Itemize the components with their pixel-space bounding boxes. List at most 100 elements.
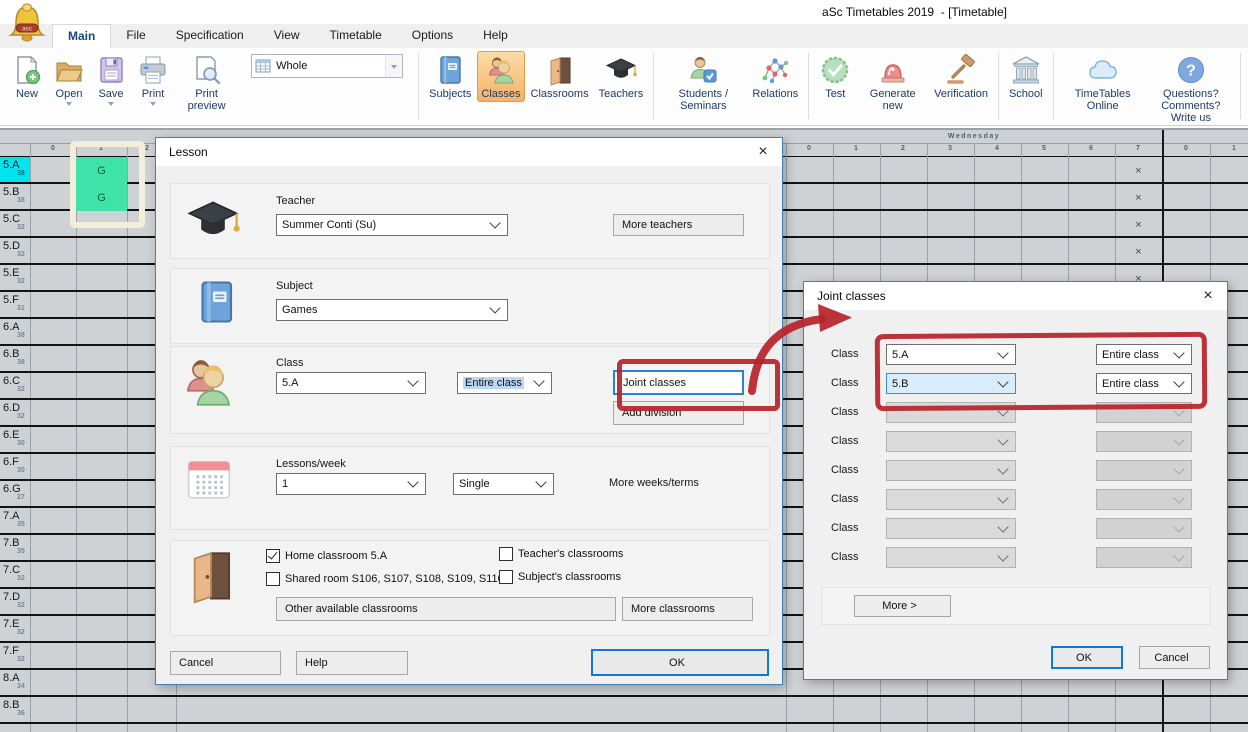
- joint-class-select-5[interactable]: [886, 460, 1016, 481]
- timetables-online-button[interactable]: TimeTables Online: [1060, 51, 1146, 114]
- students-seminars-button[interactable]: Students / Seminars: [660, 51, 746, 114]
- class-row-header[interactable]: 6.G27: [0, 481, 30, 506]
- cancel-button[interactable]: Cancel: [170, 651, 281, 675]
- close-icon[interactable]: ×: [745, 139, 781, 166]
- class-row-header[interactable]: 5.D32: [0, 238, 30, 263]
- class-row-header[interactable]: 6.E30: [0, 427, 30, 452]
- class-row-header[interactable]: 6.A38: [0, 319, 30, 344]
- other-classrooms-button[interactable]: Other available classrooms: [276, 597, 616, 621]
- blocked-period-mark: ×: [1115, 238, 1162, 265]
- chevron-down-icon: [407, 476, 418, 487]
- joint-scope-select-6[interactable]: [1096, 489, 1192, 510]
- subjects-button[interactable]: Subjects: [425, 51, 475, 102]
- joint-scope-select-8[interactable]: [1096, 547, 1192, 568]
- lesson-dialog-title[interactable]: Lesson: [156, 138, 782, 166]
- class-label: Class: [276, 357, 304, 369]
- timetable-row-8-b[interactable]: 8.B36: [0, 697, 1248, 724]
- class-row-header[interactable]: 6.D32: [0, 400, 30, 425]
- more-button[interactable]: More >: [854, 595, 951, 617]
- class-row-header[interactable]: 7.B35: [0, 535, 30, 560]
- asc-bell-logo-icon[interactable]: asc: [5, 1, 49, 49]
- period-number: 4: [986, 145, 1008, 152]
- class-row-header[interactable]: 8.B36: [0, 697, 30, 722]
- tab-view[interactable]: View: [259, 24, 315, 48]
- save-button[interactable]: Save: [91, 51, 131, 108]
- class-select[interactable]: 5.A: [276, 372, 426, 394]
- tab-main[interactable]: Main: [52, 24, 111, 48]
- joint-scope-select-5[interactable]: [1096, 460, 1192, 481]
- joint-row-label: Class: [831, 551, 859, 563]
- teachers-button[interactable]: Teachers: [595, 51, 648, 102]
- close-icon[interactable]: ×: [1190, 283, 1226, 310]
- home-classroom-checkbox[interactable]: Home classroom 5.A: [266, 549, 387, 563]
- people-icon: [180, 354, 236, 410]
- class-row-header[interactable]: 5.C32: [0, 211, 30, 236]
- class-row-header[interactable]: 6.C32: [0, 373, 30, 398]
- joint-class-select-8[interactable]: [886, 547, 1016, 568]
- tab-options[interactable]: Options: [397, 24, 468, 48]
- tool-label: Teachers: [599, 88, 644, 100]
- class-row-header[interactable]: 6.B38: [0, 346, 30, 371]
- joint-scope-select-4[interactable]: [1096, 431, 1192, 452]
- joint-class-select-7[interactable]: [886, 518, 1016, 539]
- teacher-select[interactable]: Summer Conti (Su): [276, 214, 508, 236]
- class-row-header[interactable]: 7.C32: [0, 562, 30, 587]
- open-button[interactable]: Open: [49, 51, 89, 108]
- class-row-header[interactable]: 7.E32: [0, 616, 30, 641]
- class-row-header[interactable]: 8.A34: [0, 670, 30, 695]
- grad-cap-icon: [605, 54, 637, 86]
- questions-comments-write-us-button[interactable]: Questions? Comments? Write us: [1148, 51, 1234, 126]
- dropdown-arrow-icon[interactable]: [66, 102, 72, 106]
- tab-specification[interactable]: Specification: [161, 24, 259, 48]
- duration-select[interactable]: Single: [453, 473, 554, 495]
- class-row-header[interactable]: 6.F30: [0, 454, 30, 479]
- more-weeks-terms[interactable]: More weeks/terms: [609, 477, 699, 489]
- classes-button[interactable]: Classes: [477, 51, 524, 102]
- class-scope-select[interactable]: Entire class: [457, 372, 552, 394]
- more-classrooms-button[interactable]: More classrooms: [622, 597, 753, 621]
- shared-room-checkbox[interactable]: Shared room S106, S107, S108, S109, S110: [266, 572, 504, 586]
- test-button[interactable]: Test: [815, 51, 855, 102]
- tab-file[interactable]: File: [111, 24, 160, 48]
- classrooms-button[interactable]: Classrooms: [527, 51, 593, 102]
- joint-class-select-6[interactable]: [886, 489, 1016, 510]
- teachers-classrooms-checkbox[interactable]: Teacher's classrooms: [499, 547, 623, 561]
- tool-label: Questions? Comments? Write us: [1152, 88, 1230, 124]
- tab-help[interactable]: Help: [468, 24, 523, 48]
- class-row-header[interactable]: 5.B38: [0, 184, 30, 209]
- generate-new-button[interactable]: Generate new: [857, 51, 928, 114]
- lessons-week-select[interactable]: 1: [276, 473, 426, 495]
- window-title: aSc Timetables 2019 - [Timetable]: [822, 5, 1007, 19]
- tool-label: Print preview: [179, 88, 234, 112]
- subject-select[interactable]: Games: [276, 299, 508, 321]
- joint-class-select-4[interactable]: [886, 431, 1016, 452]
- view-selector[interactable]: Whole: [251, 54, 403, 78]
- new-button[interactable]: New: [7, 51, 47, 102]
- subjects-classrooms-checkbox[interactable]: Subject's classrooms: [499, 570, 621, 584]
- class-row-header[interactable]: 7.D32: [0, 589, 30, 614]
- verification-button[interactable]: Verification: [930, 51, 992, 102]
- class-row-header[interactable]: 7.F32: [0, 643, 30, 668]
- class-row-header[interactable]: 7.A35: [0, 508, 30, 533]
- tab-timetable[interactable]: Timetable: [315, 24, 397, 48]
- chevron-down-icon: [997, 434, 1008, 445]
- print-preview-button[interactable]: Print preview: [175, 51, 238, 114]
- dropdown-arrow-icon[interactable]: [108, 102, 114, 106]
- joint-cancel-button[interactable]: Cancel: [1139, 646, 1210, 669]
- class-row-header[interactable]: 5.F31: [0, 292, 30, 317]
- ok-button[interactable]: OK: [591, 649, 769, 676]
- relations-button[interactable]: Relations: [748, 51, 802, 102]
- more-teachers-button[interactable]: More teachers: [613, 214, 744, 236]
- help-button[interactable]: Help: [296, 651, 408, 675]
- class-row-header[interactable]: 5.A38: [0, 157, 30, 182]
- joint-scope-select-7[interactable]: [1096, 518, 1192, 539]
- checkbox-box: [499, 570, 513, 584]
- class-lesson-count: 38: [17, 170, 25, 177]
- school-button[interactable]: School: [1005, 51, 1047, 102]
- dropdown-arrow-icon[interactable]: [150, 102, 156, 106]
- view-selector-dropdown-button[interactable]: [385, 55, 402, 77]
- print-button[interactable]: Print: [133, 51, 173, 108]
- joint-ok-button[interactable]: OK: [1051, 646, 1123, 669]
- class-row-header[interactable]: 5.E32: [0, 265, 30, 290]
- joint-dialog-title[interactable]: Joint classes: [804, 282, 1227, 310]
